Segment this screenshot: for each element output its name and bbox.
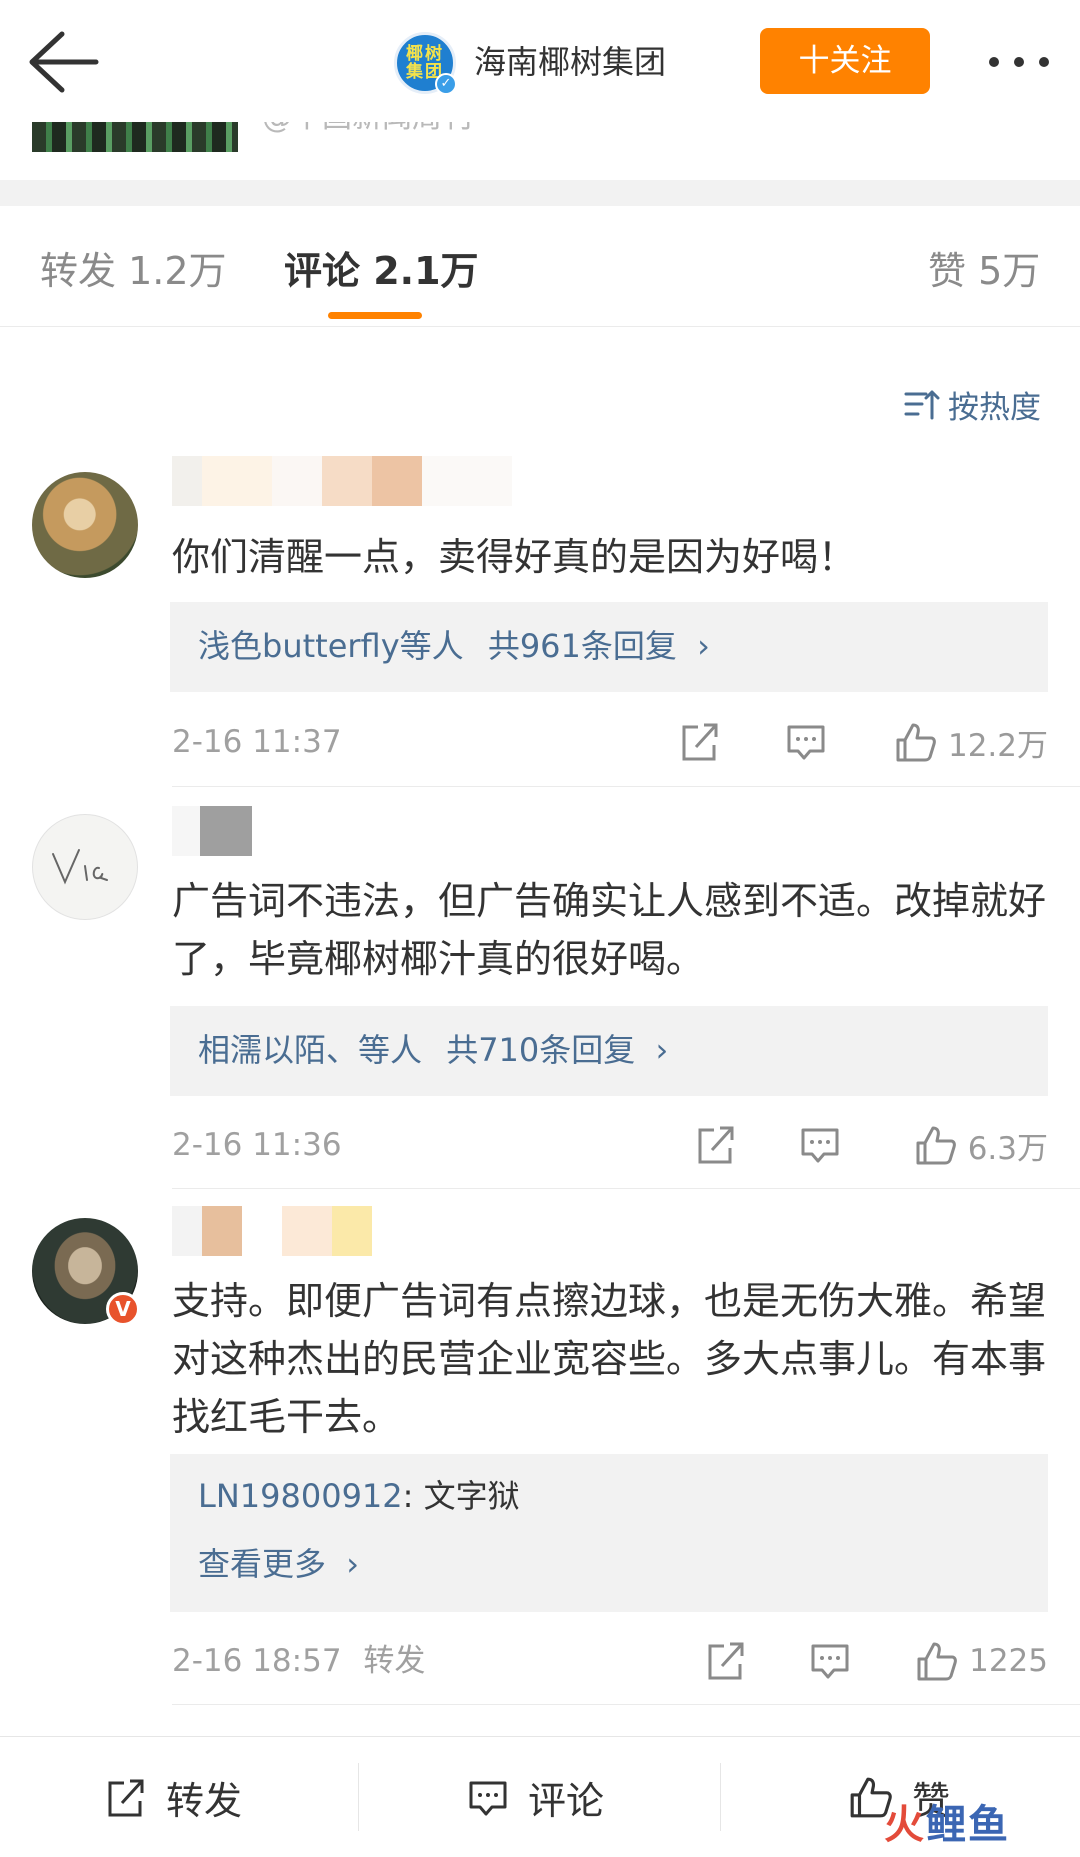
repost-button[interactable]: 转发 [104, 1737, 242, 1857]
comment-icon[interactable] [810, 1638, 850, 1684]
share-icon[interactable] [680, 719, 720, 765]
follow-button[interactable]: 十关注 [760, 28, 930, 94]
account-name[interactable]: 海南椰树集团 [474, 40, 666, 84]
comment-meta: 2-16 18:57 转发 1225 [172, 1638, 1048, 1684]
quoted-post-thumbnail [32, 122, 238, 152]
tab-likes[interactable]: 赞 5万 [928, 246, 1040, 296]
like-count: 6.3万 [967, 1130, 1048, 1167]
comment-icon [466, 1775, 510, 1819]
quoted-post-source: @中国新闻周刊 [262, 122, 472, 138]
reply-count: 共710条回复 [446, 1031, 636, 1069]
chevron-right-icon: › [655, 1031, 669, 1069]
comment-button[interactable]: 评论 [466, 1737, 604, 1857]
comment-divider [172, 1188, 1080, 1189]
reply-summary[interactable]: 相濡以陌、等人 共710条回复 › [170, 1006, 1048, 1096]
tab-comments[interactable]: 评论 2.1万 [284, 246, 479, 296]
comment-time: 2-16 11:36 [172, 1127, 342, 1163]
comment-divider [172, 1704, 1080, 1705]
comment-meta: 2-16 11:37 12.2万 [172, 719, 1048, 765]
reply-count: 共961条回复 [487, 627, 677, 665]
comment-meta: 2-16 11:36 6.3万 [172, 1122, 1048, 1168]
like-button[interactable]: 6.3万 [914, 1122, 1048, 1168]
tab-bar: 转发 1.2万 评论 2.1万 赞 5万 [0, 206, 1080, 327]
username-blurred[interactable] [172, 1206, 402, 1256]
comment-divider [172, 786, 1080, 787]
like-button[interactable]: 12.2万 [894, 719, 1048, 765]
comment-text: 你们清醒一点，卖得好真的是因为好喝！ [172, 535, 857, 579]
like-icon [914, 1123, 958, 1167]
comment-time: 2-16 11:37 [172, 724, 342, 760]
repost-tag: 转发 [363, 1643, 426, 1679]
like-count: 12.2万 [947, 727, 1048, 764]
share-icon [104, 1775, 148, 1819]
username-blurred[interactable] [172, 806, 252, 856]
avatar[interactable]: V [32, 1218, 140, 1326]
quoted-post-card[interactable]: @中国新闻周刊 [32, 122, 1048, 152]
chevron-right-icon: › [346, 1545, 359, 1583]
avatar[interactable] [32, 814, 138, 920]
comment-icon[interactable] [800, 1122, 840, 1168]
comment-text: 广告词不违法，但广告确实让人感到不适。改掉就好了，毕竟椰树椰汁真的很好喝。 [172, 879, 1047, 981]
tab-reposts[interactable]: 转发 1.2万 [40, 246, 227, 296]
like-button[interactable]: 1225 [915, 1638, 1048, 1684]
reply-username[interactable]: LN19800912 [198, 1477, 403, 1515]
active-tab-indicator [328, 312, 422, 319]
username-blurred[interactable] [172, 456, 512, 506]
verified-icon: V [106, 1292, 140, 1326]
reply-names: 相濡以陌、等人 [198, 1031, 423, 1069]
repost-label: 转发 [166, 1778, 243, 1823]
account-avatar[interactable]: 椰树集团 ✓ [394, 32, 457, 95]
verified-icon: ✓ [435, 73, 457, 95]
comment-label: 评论 [528, 1778, 605, 1823]
comment-icon[interactable] [786, 719, 826, 765]
more-dots-icon[interactable] [984, 40, 1054, 84]
sort-icon [904, 388, 940, 420]
share-icon[interactable] [696, 1122, 736, 1168]
reply-summary[interactable]: 浅色butterfly等人 共961条回复 › [170, 602, 1048, 692]
top-nav-bar: 椰树集团 ✓ 海南椰树集团 十关注 [0, 0, 1080, 122]
like-icon [894, 720, 938, 764]
avatar[interactable] [32, 472, 138, 578]
share-icon[interactable] [706, 1638, 746, 1684]
watermark-logo: 火鲤鱼 [884, 1802, 1010, 1848]
sort-button[interactable]: 按热度 [904, 380, 1041, 428]
back-arrow-icon[interactable] [22, 26, 102, 98]
see-more-link[interactable]: 查看更多 [198, 1545, 326, 1583]
bar-divider [358, 1763, 359, 1831]
reply-preview[interactable]: LN19800912: 文字狱 查看更多 › [170, 1454, 1048, 1612]
like-count: 1225 [969, 1643, 1048, 1679]
section-divider [0, 180, 1080, 206]
comment-time-value: 2-16 18:57 [172, 1643, 342, 1679]
reply-names: 浅色butterfly等人 [198, 627, 464, 665]
chevron-right-icon: › [697, 627, 710, 665]
sort-label: 按热度 [948, 389, 1041, 426]
like-icon [915, 1639, 959, 1683]
reply-text: : 文字狱 [402, 1477, 520, 1515]
comment-time: 2-16 18:57 转发 [172, 1638, 425, 1684]
bar-divider [720, 1763, 721, 1831]
comment-text: 支持。即便广告词有点擦边球，也是无伤大雅。希望对这种杰出的民营企业宽容些。多大点… [172, 1279, 1047, 1439]
